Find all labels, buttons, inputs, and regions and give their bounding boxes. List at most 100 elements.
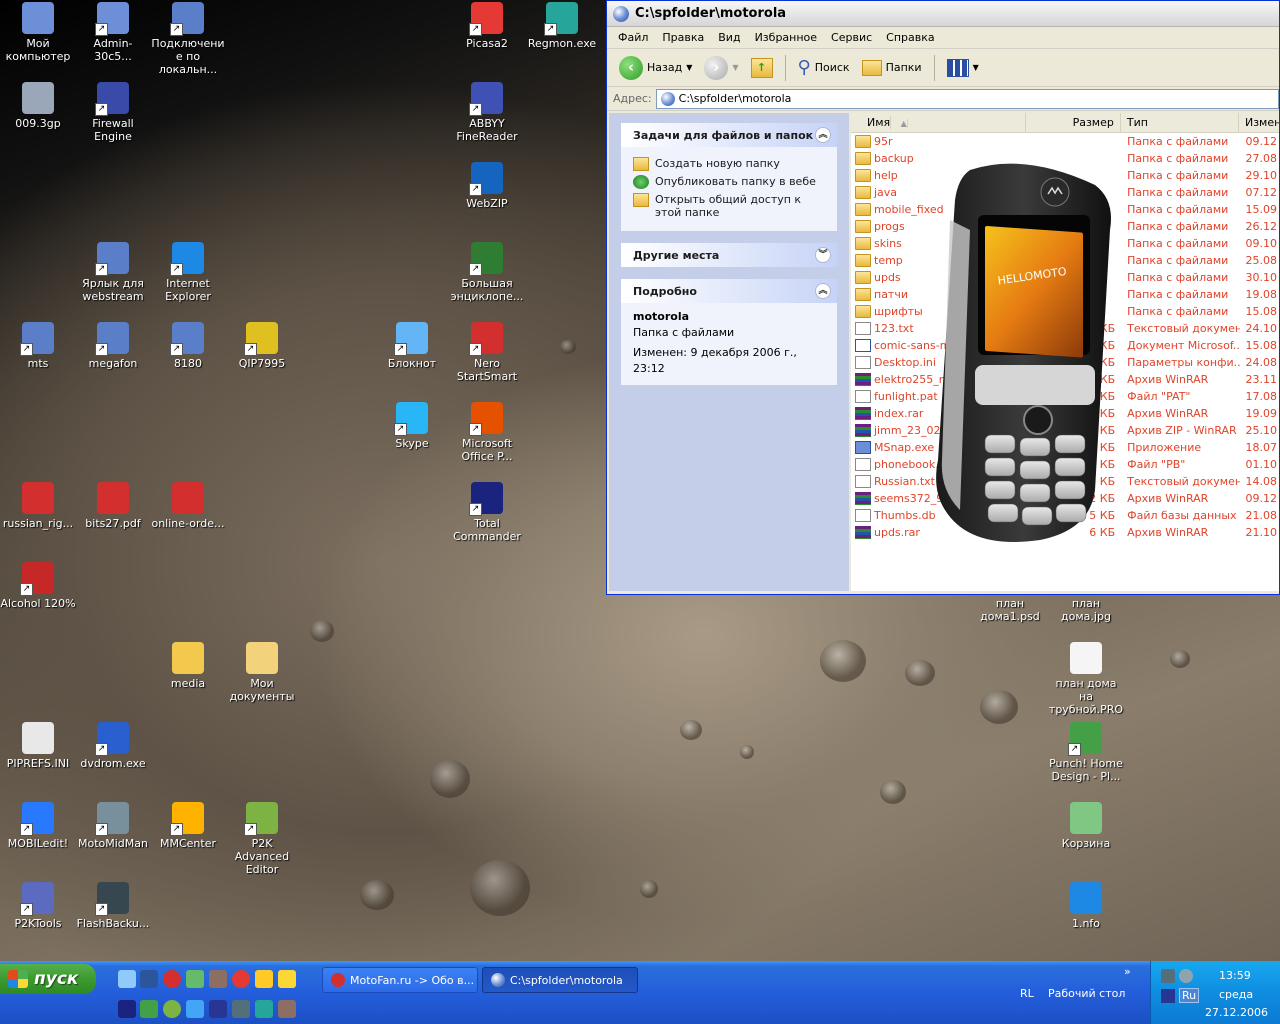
utility-icon[interactable]	[186, 970, 204, 988]
desktop-icon[interactable]: Alcohol 120%	[0, 562, 76, 610]
menu-tools[interactable]: Сервис	[824, 31, 879, 44]
address-input[interactable]: C:\spfolder\motorola	[655, 88, 1279, 109]
file-date: 09.12	[1245, 492, 1278, 505]
desktop-icon[interactable]: Firewall Engine	[75, 82, 151, 143]
desktop-icon[interactable]: Skype	[374, 402, 450, 450]
file-row[interactable]: 95r Папка с файлами 09.12	[851, 133, 1279, 150]
menu-help[interactable]: Справка	[879, 31, 941, 44]
network-tray-icon[interactable]	[1161, 969, 1175, 983]
desktop-icon[interactable]: Internet Explorer	[150, 242, 226, 303]
desktop-icon[interactable]: media	[150, 642, 226, 690]
folders-button[interactable]: Папки	[858, 58, 926, 78]
desktop-icon[interactable]: 8180	[150, 322, 226, 370]
task-publish-web[interactable]: Опубликовать папку в вебе	[633, 175, 827, 189]
task-new-folder[interactable]: Создать новую папку	[633, 157, 827, 171]
expand-chevron-icon[interactable]: ︾	[815, 247, 831, 263]
shield-tray-icon[interactable]	[1161, 989, 1175, 1003]
desktop-icon[interactable]: MOBILedit!	[0, 802, 76, 850]
desktop-icon[interactable]: Nero StartSmart	[449, 322, 525, 383]
desktop-icon[interactable]: mts	[0, 322, 76, 370]
desktop-icon[interactable]: MotoMidMan	[75, 802, 151, 850]
notepad-icon[interactable]	[118, 970, 136, 988]
desktop-icon[interactable]: P2KTools	[0, 882, 76, 930]
desktop-icon[interactable]: Picasa2	[449, 2, 525, 50]
desktop-icon[interactable]: Мои документы	[224, 642, 300, 703]
desktop-icon[interactable]: P2K Advanced Editor	[224, 802, 300, 876]
qip-icon[interactable]	[278, 970, 296, 988]
views-button[interactable]: ▼	[943, 57, 983, 79]
icq-icon[interactable]	[163, 1000, 181, 1018]
desktop-icon[interactable]: 1.nfo	[1048, 882, 1124, 930]
desktop-toolbar[interactable]: Рабочий стол	[1048, 987, 1125, 1000]
language-indicator[interactable]: Ru	[1179, 988, 1200, 1003]
nero-icon[interactable]	[232, 970, 250, 988]
desktop-icon[interactable]: Regmon.exe	[524, 2, 600, 50]
desktop-icon[interactable]: russian_rig...	[0, 482, 76, 530]
toolbar-expand-icon[interactable]: »	[1124, 965, 1131, 978]
start-button[interactable]: пуск	[0, 964, 96, 994]
desktop-icon[interactable]: WebZIP	[449, 162, 525, 210]
desktop-icon[interactable]: Мой компьютер	[0, 2, 76, 63]
opera-icon[interactable]	[163, 970, 181, 988]
task-share-folder[interactable]: Открыть общий доступ к этой папке	[633, 193, 827, 219]
dropdown-arrow-icon[interactable]: ▼	[686, 63, 692, 72]
column-size[interactable]: Размер	[1026, 113, 1121, 133]
desktop-icon[interactable]: Большая энциклопе...	[449, 242, 525, 303]
details-header[interactable]: Подробно ︽	[621, 279, 837, 303]
desktop-icon[interactable]: dvdrom.exe	[75, 722, 151, 770]
column-type[interactable]: Тип	[1121, 113, 1239, 133]
menu-favorites[interactable]: Избранное	[748, 31, 824, 44]
desktop-icon[interactable]: Корзина	[1048, 802, 1124, 850]
menu-edit[interactable]: Правка	[655, 31, 711, 44]
desktop-icon[interactable]: Microsoft Office P...	[449, 402, 525, 463]
desktop-icon[interactable]: ABBYY FineReader	[449, 82, 525, 143]
language-short[interactable]: RL	[1020, 987, 1034, 1000]
clock-time[interactable]: 13:59	[1219, 969, 1251, 982]
word-icon[interactable]	[140, 970, 158, 988]
refresh-icon[interactable]	[209, 970, 227, 988]
desktop-icon[interactable]: bits27.pdf	[75, 482, 151, 530]
desktop-icon[interactable]: Punch! Home Design - Pl...	[1048, 722, 1124, 783]
desktop-icon[interactable]: PIPREFS.INI	[0, 722, 76, 770]
search-button[interactable]: ⚲ Поиск	[794, 55, 854, 80]
column-date[interactable]: Измен	[1239, 113, 1279, 133]
desktop-icon[interactable]: online-orde...	[150, 482, 226, 530]
archive-icon[interactable]	[278, 1000, 296, 1018]
photo-icon[interactable]	[255, 1000, 273, 1018]
collapse-chevron-icon[interactable]: ︽	[815, 283, 831, 299]
taskbar-item-explorer[interactable]: C:\spfolder\motorola	[482, 967, 638, 993]
network-icon[interactable]	[255, 970, 273, 988]
desktop-icon[interactable]: 009.3gp	[0, 82, 76, 130]
volume-tray-icon[interactable]	[1179, 969, 1193, 983]
back-button[interactable]: ‹ Назад ▼	[615, 54, 696, 82]
other-places-header[interactable]: Другие места ︾	[621, 243, 837, 267]
file-name-cell: 95r	[851, 135, 1026, 148]
dropdown-arrow-icon[interactable]: ▼	[732, 63, 738, 72]
desktop-icon[interactable]: Блокнот	[374, 322, 450, 370]
collapse-chevron-icon[interactable]: ︽	[815, 127, 831, 143]
desktop-icon[interactable]: QIP7995	[224, 322, 300, 370]
pda-icon[interactable]	[232, 1000, 250, 1018]
game-icon[interactable]	[140, 1000, 158, 1018]
video-file-icon	[22, 82, 54, 114]
file-tasks-header[interactable]: Задачи для файлов и папок ︽	[621, 123, 837, 147]
desktop-icon[interactable]: megafon	[75, 322, 151, 370]
desktop-icon[interactable]: Total Commander	[449, 482, 525, 543]
desktop-icon[interactable]: MMCenter	[150, 802, 226, 850]
desktop-icon[interactable]: Ярлык для webstream	[75, 242, 151, 303]
floppy-icon[interactable]	[118, 1000, 136, 1018]
desktop-icon[interactable]: FlashBacku...	[75, 882, 151, 930]
desktop-icon[interactable]: Admin-30c5...	[75, 2, 151, 63]
shield-icon[interactable]	[209, 1000, 227, 1018]
desktop-icon[interactable]: план дома на трубной.PRO	[1048, 642, 1124, 716]
menu-file[interactable]: Файл	[611, 31, 655, 44]
title-bar[interactable]: C:\spfolder\motorola	[607, 1, 1279, 27]
opera-icon	[331, 973, 345, 987]
menu-view[interactable]: Вид	[711, 31, 747, 44]
desktop-icon[interactable]: Подключение по локальн...	[150, 2, 226, 76]
up-folder-button[interactable]: ↑	[747, 56, 777, 80]
column-name[interactable]: Имя ▲	[851, 113, 1027, 133]
forward-button[interactable]: › ▼	[700, 54, 742, 82]
mail-icon[interactable]	[186, 1000, 204, 1018]
taskbar-item-browser[interactable]: MotoFan.ru -> Обо в...	[322, 967, 478, 993]
